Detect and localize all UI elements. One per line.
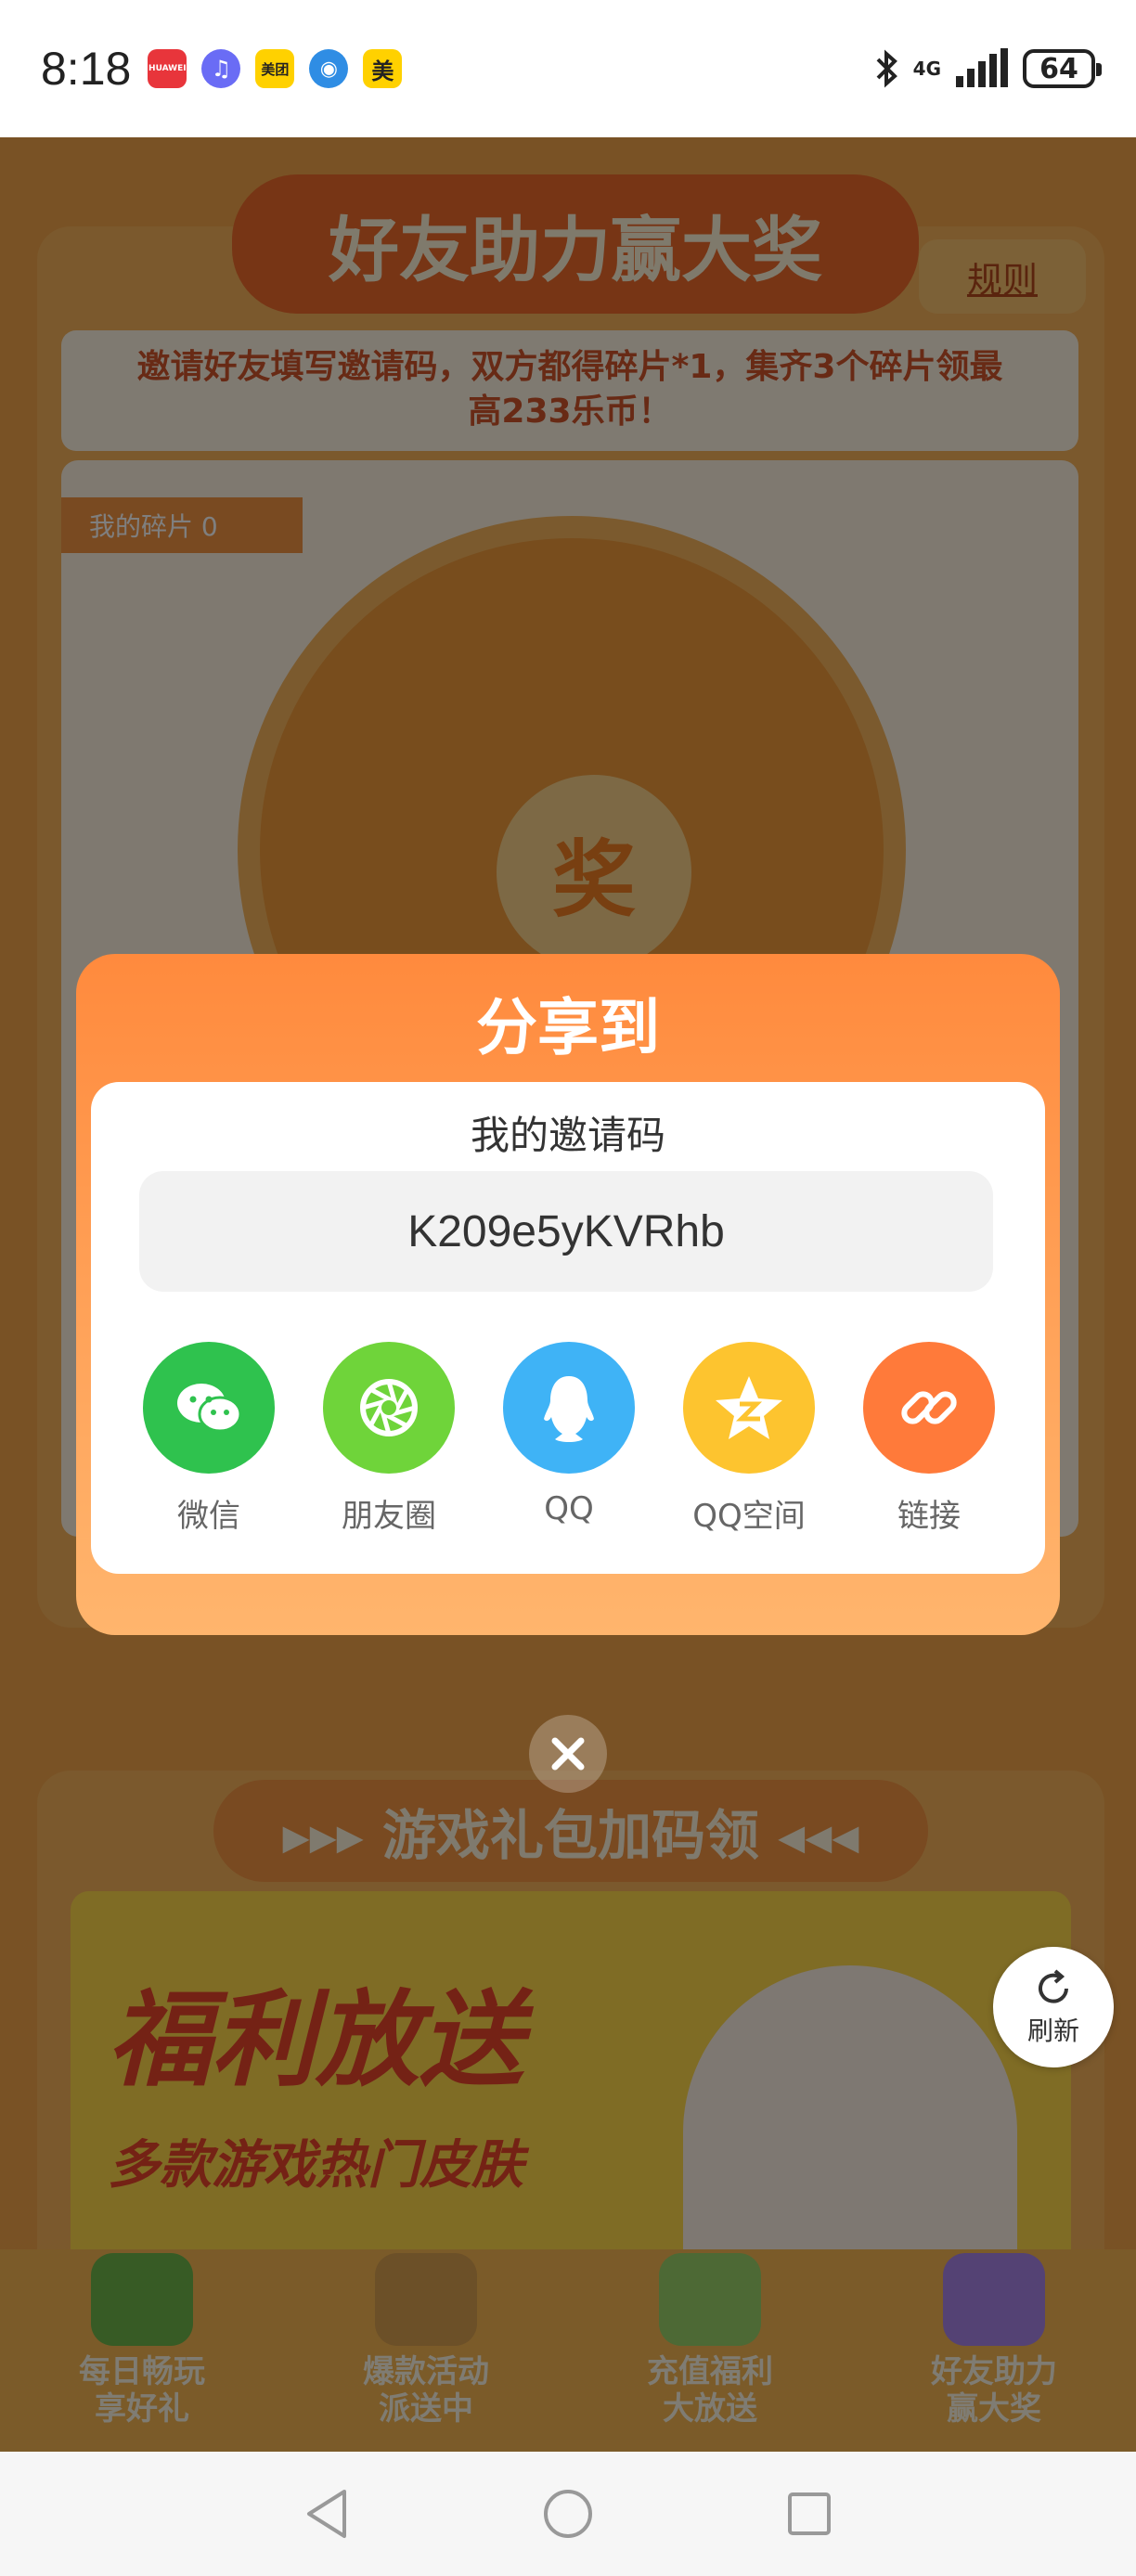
huawei-app-icon: HUAWEI [148,49,187,88]
bluetooth-icon [876,49,897,88]
share-card: 我的邀请码 K209e5yKVRhb 微信 朋友圈 QQ QQ空间 链接 [91,1082,1045,1574]
refresh-button[interactable]: 刷新 [993,1947,1114,2067]
meituan-app-icon: 美团 [255,49,295,88]
share-moments[interactable]: 朋友圈 [299,1342,479,1536]
status-right: 4G 64 [872,48,1102,89]
refresh-label: 刷新 [1026,2016,1079,2046]
share-wechat[interactable]: 微信 [119,1342,299,1536]
home-circle-icon [544,2490,592,2538]
share-label: 链接 [897,1498,961,1535]
recents-button[interactable] [781,2486,837,2542]
music-app-icon: ♫ [201,49,241,88]
back-triangle-icon [307,2490,346,2538]
recents-square-icon [788,2492,831,2535]
invite-code-box[interactable]: K209e5yKVRhb [139,1171,993,1292]
share-link[interactable]: 链接 [839,1342,1019,1536]
modal-title: 分享到 [476,992,660,1063]
share-modal: 分享到 我的邀请码 K209e5yKVRhb 微信 朋友圈 QQ QQ空间 链接 [76,954,1060,1635]
share-label: QQ [544,1490,594,1527]
network-type: 4G [912,58,941,80]
moments-icon[interactable] [323,1342,455,1474]
share-qzone[interactable]: QQ空间 [659,1342,839,1536]
qzone-icon[interactable] [683,1342,815,1474]
browser-app-icon: ◉ [309,49,349,88]
status-time: 8:18 [41,43,132,95]
link-icon[interactable] [863,1342,995,1474]
status-bar: 8:18 HUAWEI ♫ 美团 ◉ 美 4G 64 [0,0,1136,137]
refresh-icon [1039,1969,1068,2003]
qq-icon[interactable] [503,1342,635,1474]
system-nav-bar [0,2452,1136,2576]
share-label: 微信 [177,1498,240,1535]
share-qq[interactable]: QQ [479,1342,659,1536]
invite-code-label: 我的邀请码 [470,1113,665,1158]
signal-icon [956,48,1008,87]
battery-indicator: 64 [1023,49,1102,88]
wechat-icon[interactable] [143,1342,275,1474]
share-targets: 微信 朋友圈 QQ QQ空间 链接 [119,1342,1019,1536]
share-label: QQ空间 [692,1498,806,1535]
share-label: 朋友圈 [342,1498,436,1535]
back-button[interactable] [299,2486,355,2542]
meituan-app-icon-2: 美 [363,49,403,88]
close-button[interactable] [529,1715,607,1793]
home-button[interactable] [540,2486,596,2542]
close-icon [551,1737,585,1771]
